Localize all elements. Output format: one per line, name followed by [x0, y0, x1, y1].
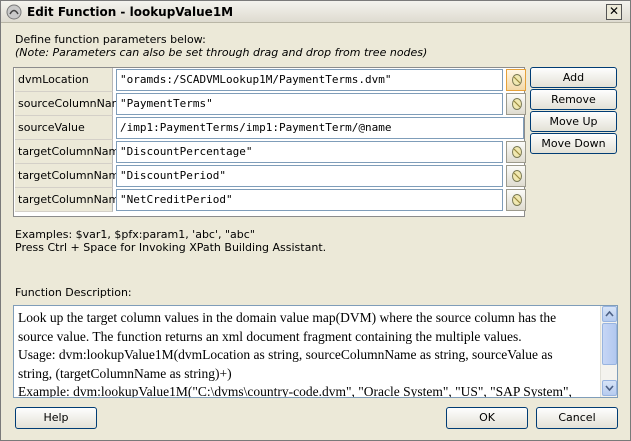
- xpath-builder-icon: [512, 194, 522, 206]
- description-label: Function Description:: [15, 286, 132, 299]
- close-button[interactable]: ✕: [606, 4, 622, 20]
- parameter-name: sourceValue: [15, 116, 113, 140]
- parameter-name: sourceColumnName: [15, 92, 129, 116]
- parameter-row: sourceValue /imp1:PaymentTerms/imp1:Paym…: [15, 116, 524, 140]
- scroll-thumb[interactable]: [602, 323, 617, 365]
- xpath-assist-hint: Press Ctrl + Space for Invoking XPath Bu…: [15, 241, 327, 254]
- description-line: Look up the target column values in the …: [18, 310, 557, 325]
- help-button[interactable]: Help: [15, 407, 97, 429]
- cancel-button[interactable]: Cancel: [536, 407, 618, 429]
- xpath-builder-icon: [512, 74, 522, 86]
- parameter-value-field[interactable]: "DiscountPercentage": [116, 141, 503, 163]
- add-button[interactable]: Add: [530, 67, 617, 88]
- title-bar[interactable]: Edit Function - lookupValue1M ✕: [1, 1, 630, 23]
- xpath-builder-button[interactable]: [506, 69, 526, 91]
- scroll-up-icon[interactable]: [602, 306, 617, 322]
- parameter-row: targetColumnName "DiscountPercentage": [15, 140, 526, 164]
- description-line: string, (targetColumnName as string)+): [18, 365, 232, 381]
- remove-button[interactable]: Remove: [530, 89, 617, 110]
- parameter-name: dvmLocation: [15, 68, 113, 92]
- xpath-builder-button[interactable]: [506, 141, 526, 163]
- parameter-name: targetColumnName: [15, 188, 126, 212]
- parameter-row: dvmLocation "oramds:/SCADVMLookup1M/Paym…: [15, 68, 526, 92]
- description-line: source value. The function returns an xm…: [18, 328, 522, 344]
- parameter-name: targetColumnName: [15, 164, 126, 188]
- move-up-button[interactable]: Move Up: [530, 111, 617, 132]
- parameter-value-field[interactable]: "NetCreditPeriod": [116, 189, 503, 211]
- xpath-builder-icon: [512, 146, 522, 158]
- xpath-builder-button[interactable]: [506, 93, 526, 115]
- description-scrollbar[interactable]: [600, 306, 617, 397]
- xpath-builder-icon: [512, 170, 522, 182]
- parameter-row: targetColumnName "NetCreditPeriod": [15, 188, 526, 212]
- intro-note: (Note: Parameters can also be set throug…: [15, 46, 428, 59]
- parameters-table: dvmLocation "oramds:/SCADVMLookup1M/Paym…: [13, 67, 526, 217]
- window-title: Edit Function - lookupValue1M: [27, 5, 234, 19]
- parameter-name: targetColumnName: [15, 140, 126, 164]
- xpath-builder-icon: [512, 98, 522, 110]
- description-line: Example: dvm:lookupValue1M("C:\dvms\coun…: [18, 384, 572, 398]
- xpath-builder-button[interactable]: [506, 165, 526, 187]
- ok-button[interactable]: OK: [446, 407, 528, 429]
- edit-function-dialog: Edit Function - lookupValue1M ✕ Define f…: [0, 0, 631, 441]
- parameter-row: sourceColumnName "PaymentTerms": [15, 92, 526, 116]
- parameter-value-field[interactable]: "oramds:/SCADVMLookup1M/PaymentTerms.dvm…: [116, 69, 503, 91]
- description-text: Look up the target column values in the …: [18, 309, 598, 398]
- description-line: Usage: dvm:lookupValue1M(dvmLocation as …: [18, 347, 553, 362]
- scroll-down-icon[interactable]: [602, 380, 617, 396]
- examples-hint: Examples: $var1, $pfx:param1, 'abc', "ab…: [15, 228, 255, 241]
- intro-text: Define function parameters below:: [15, 33, 206, 46]
- parameter-value-field[interactable]: "DiscountPeriod": [116, 165, 503, 187]
- xpath-builder-button[interactable]: [506, 189, 526, 211]
- parameter-row: targetColumnName "DiscountPeriod": [15, 164, 526, 188]
- oracle-jdeveloper-icon: [6, 4, 22, 20]
- parameter-value-field[interactable]: /imp1:PaymentTerms/imp1:PaymentTerm/@nam…: [116, 117, 524, 139]
- parameter-value-field[interactable]: "PaymentTerms": [116, 93, 503, 115]
- description-text-area[interactable]: Look up the target column values in the …: [13, 305, 618, 398]
- move-down-button[interactable]: Move Down: [530, 133, 617, 154]
- close-icon: ✕: [608, 4, 620, 18]
